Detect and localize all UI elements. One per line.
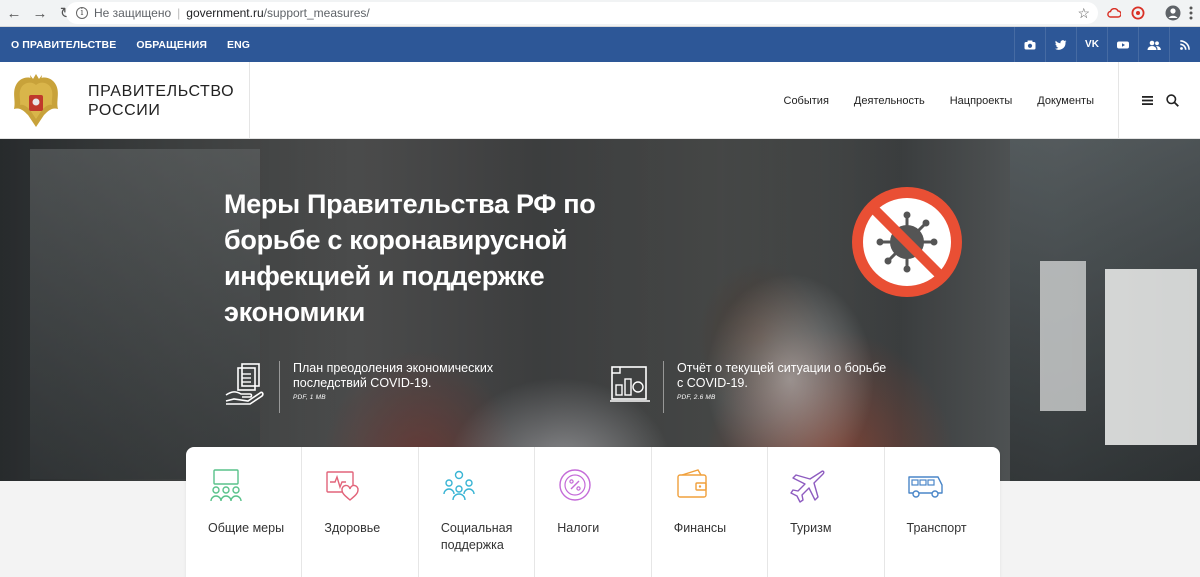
social-links: VK (1014, 27, 1200, 62)
header-divider-right (1118, 62, 1119, 139)
site-title[interactable]: ПРАВИТЕЛЬСТВО РОССИИ (88, 82, 234, 120)
site-header: ПРАВИТЕЛЬСТВО РОССИИ События Деятельност… (0, 62, 1200, 139)
doc-size: PDF, 2.6 MB (677, 394, 716, 401)
category-taxes[interactable]: Налоги (535, 447, 652, 577)
taxes-icon (559, 469, 591, 501)
url-host: government.ru (186, 6, 264, 20)
menu-icon[interactable] (1142, 96, 1153, 105)
forward-icon[interactable]: → (28, 1, 52, 25)
topbar-link-about[interactable]: О ПРАВИТЕЛЬСТВЕ (0, 39, 126, 51)
cloud-extension-icon[interactable] (1105, 4, 1123, 22)
address-bar[interactable]: i Не защищено | government.ru/support_me… (66, 2, 1098, 24)
category-health[interactable]: Здоровье (302, 447, 419, 577)
header-divider (249, 62, 250, 139)
profile-avatar-icon[interactable] (1164, 4, 1182, 22)
doc-size: PDF, 1 MB (293, 394, 326, 401)
doc-divider (663, 361, 664, 413)
address-separator: | (177, 6, 181, 20)
category-tourism[interactable]: Туризм (768, 447, 885, 577)
back-icon[interactable]: ← (2, 1, 26, 25)
general-measures-icon (210, 469, 242, 502)
category-finance[interactable]: Финансы (652, 447, 769, 577)
health-icon (326, 471, 360, 501)
twitter-icon[interactable] (1045, 27, 1076, 62)
doc-title: План преодоления экономических последств… (293, 361, 494, 390)
topbar-link-eng[interactable]: ENG (217, 39, 260, 51)
finance-icon (676, 469, 707, 498)
document-hand-icon (225, 363, 264, 405)
category-label: Финансы (673, 521, 727, 535)
camera-icon[interactable] (1014, 27, 1045, 62)
browser-toolbar: ← → ↻ i Не защищено | government.ru/supp… (0, 0, 1200, 27)
transport-icon (907, 476, 943, 498)
doc-covid-report[interactable]: Отчёт о текущей ситуации о борьбе с COVI… (608, 361, 892, 413)
nav-item-documents[interactable]: Документы (1037, 95, 1094, 107)
doc-text: Отчёт о текущей ситуации о борьбе с COVI… (677, 361, 892, 401)
doc-divider (279, 361, 280, 413)
coat-of-arms-logo[interactable] (0, 62, 72, 139)
rss-icon[interactable] (1169, 27, 1200, 62)
category-general-measures[interactable]: Общие меры (186, 447, 303, 577)
doc-economic-plan[interactable]: План преодоления экономических последств… (224, 361, 533, 413)
security-label: Не защищено (94, 6, 172, 20)
doc-title: Отчёт о текущей ситуации о борьбе с COVI… (677, 361, 887, 390)
topbar-link-appeals[interactable]: ОБРАЩЕНИЯ (126, 39, 217, 51)
vk-icon[interactable]: VK (1076, 27, 1107, 62)
category-cards: Общие меры Здоровье Социальная поддержка… (186, 447, 1000, 577)
hero-banner: Меры Правительства РФ по борьбе с корона… (0, 139, 1200, 481)
tourism-icon (790, 470, 825, 503)
nav-item-activity[interactable]: Деятельность (854, 95, 925, 107)
social-support-icon (443, 470, 475, 501)
category-label: Социальная поддержка (440, 521, 513, 552)
hero-title: Меры Правительства РФ по борьбе с корона… (224, 189, 596, 327)
search-icon[interactable] (1166, 94, 1179, 107)
youtube-icon[interactable] (1107, 27, 1138, 62)
site-title-line1: ПРАВИТЕЛЬСТВО (88, 83, 235, 100)
url-path: /support_measures/ (263, 6, 370, 20)
extension-icon[interactable] (1129, 4, 1147, 22)
category-label: Здоровье (324, 521, 381, 535)
users-icon[interactable] (1138, 27, 1169, 62)
category-transport[interactable]: Транспорт (885, 447, 1000, 577)
category-label: Налоги (557, 521, 600, 535)
category-label: Транспорт (906, 521, 967, 535)
doc-text: План преодоления экономических последств… (293, 361, 533, 401)
top-bar: О ПРАВИТЕЛЬСТВЕ ОБРАЩЕНИЯ ENG VK (0, 27, 1200, 62)
main-nav: События Деятельность Нацпроекты Документ… (759, 62, 1095, 139)
browser-menu-icon[interactable] (1182, 4, 1200, 22)
category-social-support[interactable]: Социальная поддержка (419, 447, 536, 577)
bookmark-star-icon[interactable]: ☆ (1077, 5, 1090, 22)
nav-item-national-projects[interactable]: Нацпроекты (950, 95, 1013, 107)
report-chart-icon (610, 366, 650, 402)
category-label: Общие меры (208, 521, 285, 535)
info-icon[interactable]: i (76, 7, 88, 19)
no-virus-icon (852, 187, 962, 297)
nav-item-events[interactable]: События (784, 95, 829, 107)
site-title-line2: РОССИИ (88, 102, 161, 119)
category-label: Туризм (790, 521, 832, 535)
